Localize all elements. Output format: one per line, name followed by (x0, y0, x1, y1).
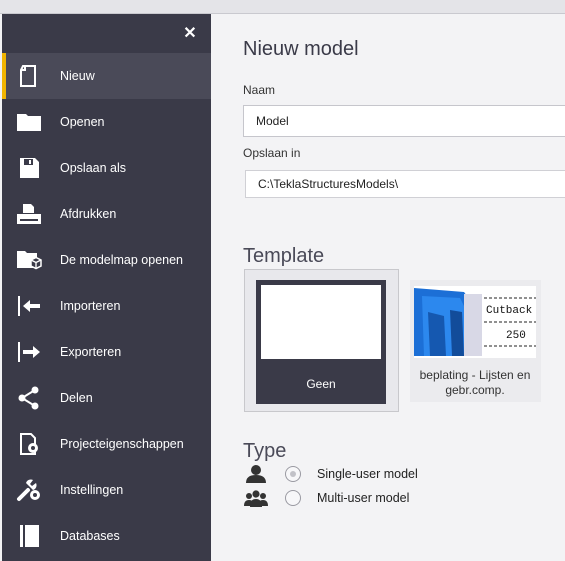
sidebar-menu: Nieuw Openen Opslaan als Afdrukken De mo… (2, 53, 211, 559)
sidebar-item-label: Openen (60, 115, 105, 129)
model-folder-icon (15, 248, 43, 272)
window-top-bar (0, 0, 565, 14)
share-icon (15, 386, 43, 410)
backstage-sidebar: ✕ Nieuw Openen Opslaan als Afdrukken De … (2, 14, 211, 561)
sidebar-item-label: Delen (60, 391, 93, 405)
sidebar-item-label: Instellingen (60, 483, 124, 497)
new-document-icon (15, 64, 43, 88)
template-card-geen[interactable]: Geen (244, 269, 399, 412)
sidebar-item-label: Databases (60, 529, 120, 543)
sidebar-item-instellingen[interactable]: Instellingen (2, 467, 211, 513)
sidebar-item-label: Importeren (60, 299, 121, 313)
settings-icon (15, 478, 43, 502)
project-properties-icon (15, 432, 43, 456)
sidebar-item-label: De modelmap openen (60, 253, 183, 267)
sidebar-item-databases[interactable]: Databases (2, 513, 211, 559)
multi-user-icon (243, 488, 269, 508)
sidebar-item-label: Opslaan als (60, 161, 127, 175)
sidebar-item-importeren[interactable]: Importeren (2, 283, 211, 329)
single-user-radio[interactable] (285, 466, 301, 482)
multi-user-label: Multi-user model (317, 491, 410, 505)
save-in-label: Opslaan in (243, 146, 301, 160)
sidebar-item-opslaan-als[interactable]: Opslaan als (2, 145, 211, 191)
single-user-label: Single-user model (317, 467, 418, 481)
page-title: Nieuw model (243, 38, 359, 60)
template-card-label: beplating - Lijsten en gebr.comp. (419, 368, 531, 397)
type-section-title: Type (243, 440, 287, 462)
sidebar-item-exporteren[interactable]: Exporteren (2, 329, 211, 375)
sidebar-item-label: Afdrukken (60, 207, 117, 221)
close-icon[interactable]: ✕ (182, 24, 198, 44)
database-icon (15, 524, 43, 548)
sidebar-item-nieuw[interactable]: Nieuw (2, 53, 211, 99)
folder-icon (15, 110, 43, 134)
import-icon (15, 294, 43, 318)
sidebar-item-label: Nieuw (60, 69, 95, 83)
name-label: Naam (243, 83, 276, 97)
export-icon (15, 340, 43, 364)
sidebar-item-delen[interactable]: Delen (2, 375, 211, 421)
save-icon (15, 156, 43, 180)
sidebar-item-label: Projecteigenschappen (60, 437, 184, 451)
multi-user-radio[interactable] (285, 490, 301, 506)
single-user-icon (243, 464, 269, 484)
template-thumbnail-beplating: Cutback 250 (414, 286, 536, 358)
template-card-label: Geen (306, 377, 336, 391)
sidebar-item-de-modelmap-openen[interactable]: De modelmap openen (2, 237, 211, 283)
sidebar-item-afdrukken[interactable]: Afdrukken (2, 191, 211, 237)
template-card-beplating[interactable]: Cutback 250 beplating - Lijsten en gebr.… (410, 280, 541, 402)
sidebar-item-openen[interactable]: Openen (2, 99, 211, 145)
template-section-title: Template (243, 245, 325, 267)
new-model-panel: Nieuw model Naam Opslaan in Template Gee… (211, 14, 565, 561)
thumbnail-cutback-text: Cutback (486, 305, 533, 317)
thumbnail-value-text: 250 (506, 330, 526, 342)
save-in-field[interactable] (245, 170, 565, 198)
template-thumbnail-blank (261, 285, 381, 359)
sidebar-item-label: Exporteren (60, 345, 122, 359)
template-card-geen-frame: Geen (256, 280, 386, 404)
print-icon (15, 202, 43, 226)
sidebar-item-projecteigenschappen[interactable]: Projecteigenschappen (2, 421, 211, 467)
name-field[interactable] (243, 105, 565, 137)
steel-plate-preview-icon: Cutback 250 (414, 286, 536, 358)
